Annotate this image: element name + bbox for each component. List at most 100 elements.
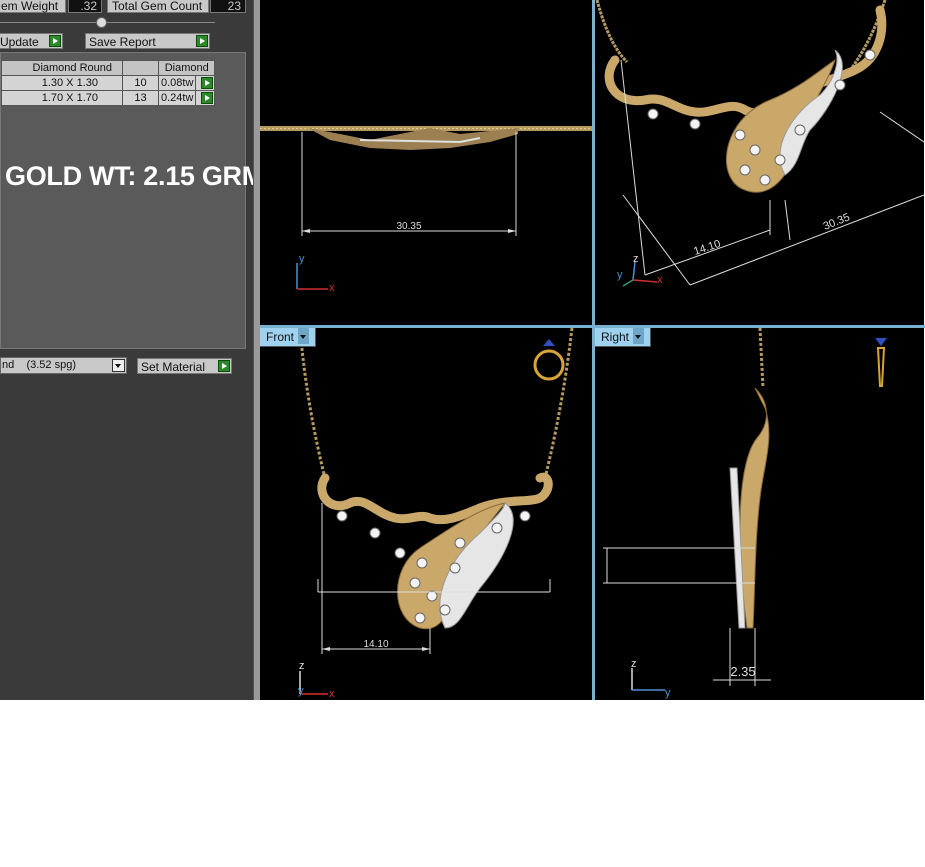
diamond <box>416 557 428 569</box>
diamond <box>739 164 751 176</box>
save-report-button[interactable]: Save Report <box>85 33 210 49</box>
properties-panel: em Weight .32 Total Gem Count 23 Update … <box>0 0 264 700</box>
diamond <box>794 124 806 136</box>
gem-table-header: Diamond Round Diamond <box>1 60 216 76</box>
gem-count-cell: 13 <box>122 90 159 106</box>
row-action-cell[interactable] <box>195 75 216 91</box>
chain-left <box>595 0 629 64</box>
axis-y-label: y <box>298 685 304 697</box>
gem-weight-value: .32 <box>68 0 102 13</box>
diamond <box>336 510 348 522</box>
set-material-button-label: Set Material <box>141 360 206 374</box>
panel-splitter[interactable] <box>253 0 260 700</box>
chevron-down-icon[interactable] <box>298 328 310 344</box>
update-button-label: Update <box>0 35 39 49</box>
axis-z-label: z <box>633 253 639 265</box>
viewport-front-canvas: 14.10 z y x <box>298 328 574 700</box>
column-header-diamond-round: Diamond Round <box>1 60 123 76</box>
diamond <box>369 527 381 539</box>
diamond <box>864 49 876 61</box>
diamond <box>749 144 761 156</box>
pendant-scroll <box>317 472 553 525</box>
dimension-label: 30.35 <box>822 211 852 232</box>
chevron-down-icon[interactable] <box>112 359 125 372</box>
axis-x-label: x <box>329 282 335 294</box>
tab-right-label: Right <box>601 330 630 344</box>
total-gem-count-value: 23 <box>210 0 246 13</box>
ring-icon <box>533 349 565 381</box>
material-select[interactable]: nd (3.52 spg) <box>0 357 127 374</box>
axis-z-label: z <box>299 660 305 672</box>
gem-size-cell: 1.30 X 1.30 <box>1 75 123 91</box>
diamond <box>394 547 406 559</box>
dimension-arrow <box>508 229 516 233</box>
slider-handle[interactable] <box>96 17 107 28</box>
gem-weight-cell: 0.08tw <box>157 75 197 91</box>
table-row: 1.70 X 1.70 13 0.24tw <box>1 90 216 106</box>
gem-count-cell: 10 <box>122 75 159 91</box>
go-arrow-icon[interactable] <box>201 92 214 104</box>
slider-track[interactable] <box>0 22 215 23</box>
tab-front-label: Front <box>266 330 295 344</box>
axis-y-label: y <box>617 269 623 281</box>
diamond <box>491 522 503 534</box>
row-action-cell[interactable] <box>195 90 216 106</box>
gem-weight-label: em Weight <box>0 0 66 13</box>
dimension-label: 2.35 <box>730 664 755 679</box>
diamond <box>439 604 451 616</box>
material-selected-value: nd (3.52 spg) <box>2 359 76 371</box>
diamond <box>734 129 746 141</box>
axis-y-label: y <box>299 253 305 265</box>
axis-x-line <box>632 279 658 283</box>
viewport-top[interactable]: 30.35 y x <box>260 0 592 325</box>
dimension-arrow <box>302 229 310 233</box>
go-arrow-icon[interactable] <box>218 360 230 372</box>
pendant-top-shape <box>308 128 518 150</box>
diamond <box>454 537 466 549</box>
diamond <box>647 108 659 120</box>
table-row: 1.30 X 1.30 10 0.08tw <box>1 75 216 91</box>
setting-icon <box>876 347 886 387</box>
axis-x-label: x <box>329 688 335 700</box>
cone-gem-icon <box>875 338 887 346</box>
viewport-right[interactable]: 2.35 z y Right <box>595 328 924 700</box>
tab-front[interactable]: Front <box>260 328 317 347</box>
guide-line <box>620 59 646 276</box>
ring-gem-icon <box>543 339 555 346</box>
gem-report-panel: Diamond Round Diamond 1.30 X 1.30 10 0.0… <box>0 52 246 349</box>
axis-z-label: z <box>631 658 637 670</box>
column-header-diamond: Diamond <box>157 60 216 76</box>
dimension-arrow <box>322 647 330 651</box>
axis-x-label: x <box>657 274 663 286</box>
diamond <box>834 79 846 91</box>
chain-left <box>298 328 327 479</box>
diamond <box>449 562 461 574</box>
chain <box>758 328 765 389</box>
axis-y-line <box>622 279 634 287</box>
chevron-down-icon[interactable] <box>633 328 645 344</box>
viewport-splitter-vertical[interactable] <box>592 0 595 700</box>
diamond <box>414 612 426 624</box>
set-material-button[interactable]: Set Material <box>137 358 232 374</box>
guide-line <box>879 111 924 143</box>
go-arrow-icon[interactable] <box>201 77 214 89</box>
dimension-label: 30.35 <box>396 221 421 232</box>
dimension-label: 14.10 <box>692 238 722 258</box>
dimension-line <box>689 194 924 286</box>
go-arrow-icon[interactable] <box>196 35 208 47</box>
viewport-top-canvas: 30.35 y x <box>260 126 592 294</box>
update-button[interactable]: Update <box>0 33 63 49</box>
gem-table: Diamond Round Diamond 1.30 X 1.30 10 0.0… <box>1 60 216 106</box>
viewport-perspective[interactable]: 14.10 30.35 z y x <box>595 0 924 325</box>
guide-line <box>622 194 691 286</box>
gem-weight-cell: 0.24tw <box>157 90 197 106</box>
viewport-front[interactable]: 14.10 z y x Front <box>260 328 592 700</box>
viewport-perspective-canvas: 14.10 30.35 z y x <box>595 0 924 287</box>
guide-line <box>784 199 791 241</box>
pendant-side-gold <box>739 387 770 629</box>
diamond <box>689 118 701 130</box>
go-arrow-icon[interactable] <box>49 35 61 47</box>
viewport-right-canvas: 2.35 z y <box>603 328 887 699</box>
total-gem-count-label: Total Gem Count <box>107 0 209 13</box>
tab-right[interactable]: Right <box>595 328 652 347</box>
